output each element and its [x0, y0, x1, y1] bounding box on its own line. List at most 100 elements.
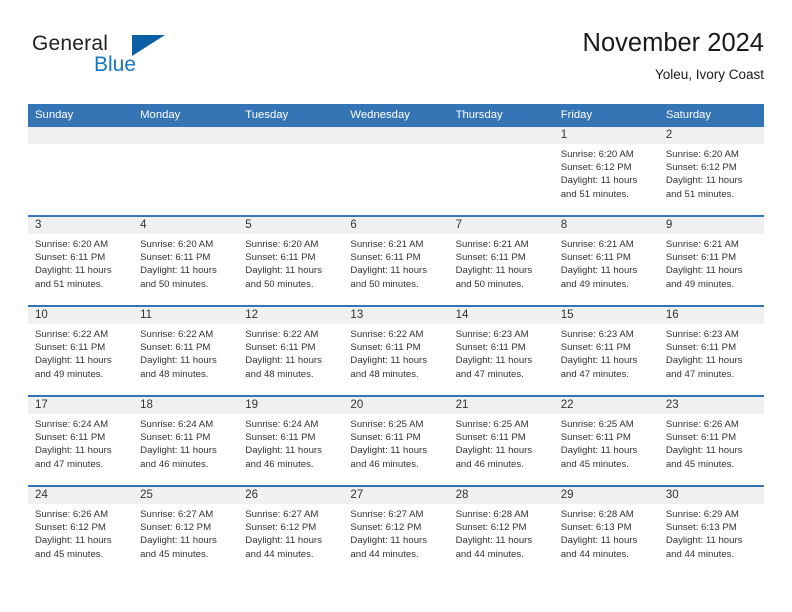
daylight-duration-line2: and 48 minutes.: [140, 368, 209, 380]
day-cell[interactable]: 24 Sunrise: 6:26 AM Sunset: 6:12 PM Dayligh…: [28, 487, 134, 575]
daylight-duration-line1: Daylight: 11 hours: [35, 445, 112, 457]
daylight-duration-line1: Daylight: 11 hours: [665, 535, 743, 547]
daylight-duration-line2: and 50 minutes.: [245, 278, 314, 290]
sunset-time: Sunset: 6:11 PM: [560, 252, 631, 264]
day-cell[interactable]: 23 Sunrise: 6:26 AM Sunset: 6:11 PM Dayligh…: [658, 397, 764, 485]
day-cell[interactable]: 29 Sunrise: 6:28 AM Sunset: 6:13 PM Dayligh…: [553, 487, 659, 575]
sunrise-time: Sunrise: 6:26 AM: [35, 509, 109, 520]
daylight-duration-line1: Daylight: 11 hours: [665, 445, 743, 457]
daylight-duration-line2: and 48 minutes.: [245, 368, 314, 380]
weekday-header-thursday: Thursday: [455, 109, 503, 121]
daylight-duration-line1: Daylight: 11 hours: [560, 265, 638, 277]
weekday-header-friday: Friday: [560, 109, 593, 121]
day-number: 13: [343, 307, 449, 324]
sunset-time: Sunset: 6:11 PM: [665, 252, 737, 264]
day-cell[interactable]: 6 Sunrise: 6:21 AM Sunset: 6:11 PM Daylight…: [343, 217, 449, 305]
daylight-duration-line1: Daylight: 11 hours: [455, 265, 533, 277]
daylight-duration-line1: Daylight: 11 hours: [245, 535, 322, 547]
day-cell[interactable]: 9 Sunrise: 6:21 AM Sunset: 6:11 PM Daylight…: [658, 217, 764, 305]
day-number: 26: [238, 487, 344, 504]
sunset-time: Sunset: 6:11 PM: [140, 252, 211, 264]
daylight-duration-line2: and 44 minutes.: [665, 548, 735, 560]
day-cell[interactable]: 3 Sunrise: 6:20 AM Sunset: 6:11 PM Daylight…: [28, 217, 134, 305]
daylight-duration-line1: Daylight: 11 hours: [245, 265, 322, 277]
day-cell[interactable]: 22 Sunrise: 6:25 AM Sunset: 6:11 PM Dayligh…: [553, 397, 659, 485]
calendar-week-row: 3 Sunrise: 6:20 AM Sunset: 6:11 PM Daylight…: [28, 215, 764, 305]
day-cell[interactable]: 7 Sunrise: 6:21 AM Sunset: 6:11 PM Daylight…: [448, 217, 554, 305]
daylight-duration-line2: and 46 minutes.: [455, 458, 524, 470]
day-number: 5: [238, 217, 344, 234]
day-details: Sunrise: 6:28 AM Sunset: 6:12 PM Daylight:…: [449, 504, 554, 561]
day-details: Sunrise: 6:20 AM Sunset: 6:11 PM Daylight:…: [133, 234, 238, 291]
day-cell-empty: [238, 127, 344, 215]
daylight-duration-line2: and 46 minutes.: [350, 458, 419, 470]
daylight-duration-line2: and 47 minutes.: [560, 368, 629, 380]
day-cell[interactable]: 26 Sunrise: 6:27 AM Sunset: 6:12 PM Dayligh…: [238, 487, 344, 575]
day-cell[interactable]: 28 Sunrise: 6:28 AM Sunset: 6:12 PM Dayligh…: [448, 487, 554, 575]
day-cell[interactable]: 15 Sunrise: 6:23 AM Sunset: 6:11 PM Dayligh…: [553, 307, 659, 395]
day-number: 2: [658, 127, 764, 144]
day-number: 15: [553, 307, 659, 324]
day-cell[interactable]: 1 Sunrise: 6:20 AM Sunset: 6:12 PM Daylight…: [553, 127, 659, 215]
sunrise-time: Sunrise: 6:22 AM: [245, 329, 319, 340]
day-cell[interactable]: 11 Sunrise: 6:22 AM Sunset: 6:11 PM Dayligh…: [133, 307, 239, 395]
day-details: Sunrise: 6:22 AM Sunset: 6:11 PM Daylight:…: [343, 324, 448, 381]
day-cell[interactable]: 2 Sunrise: 6:20 AM Sunset: 6:12 PM Daylight…: [658, 127, 764, 215]
day-details: Sunrise: 6:27 AM Sunset: 6:12 PM Daylight:…: [343, 504, 448, 561]
sunset-time: Sunset: 6:13 PM: [665, 522, 737, 534]
day-details: Sunrise: 6:22 AM Sunset: 6:11 PM Daylight:…: [238, 324, 343, 381]
day-cell[interactable]: 27 Sunrise: 6:27 AM Sunset: 6:12 PM Dayligh…: [343, 487, 449, 575]
day-number: 1: [553, 127, 659, 144]
day-number: 6: [343, 217, 449, 234]
day-cell[interactable]: 21 Sunrise: 6:25 AM Sunset: 6:11 PM Dayligh…: [448, 397, 554, 485]
day-cell[interactable]: 19 Sunrise: 6:24 AM Sunset: 6:11 PM Dayligh…: [238, 397, 344, 485]
day-cell[interactable]: 18 Sunrise: 6:24 AM Sunset: 6:11 PM Dayligh…: [133, 397, 239, 485]
sunset-time: Sunset: 6:11 PM: [560, 432, 631, 444]
sunrise-time: Sunrise: 6:27 AM: [140, 509, 214, 520]
daylight-duration-line2: and 45 minutes.: [665, 458, 735, 470]
sunrise-time: Sunrise: 6:20 AM: [245, 239, 319, 250]
sunset-time: Sunset: 6:12 PM: [245, 522, 317, 534]
day-details: Sunrise: 6:21 AM Sunset: 6:11 PM Daylight:…: [449, 234, 554, 291]
sunrise-time: Sunrise: 6:22 AM: [35, 329, 109, 340]
day-cell[interactable]: 10 Sunrise: 6:22 AM Sunset: 6:11 PM Dayligh…: [28, 307, 134, 395]
daylight-duration-line2: and 45 minutes.: [560, 458, 629, 470]
day-number: 17: [28, 397, 134, 414]
day-number: [133, 127, 239, 144]
day-number: [238, 127, 344, 144]
day-details: Sunrise: 6:25 AM Sunset: 6:11 PM Daylight:…: [554, 414, 659, 471]
sunset-time: Sunset: 6:11 PM: [35, 432, 106, 444]
day-number: 11: [133, 307, 239, 324]
day-cell[interactable]: 14 Sunrise: 6:23 AM Sunset: 6:11 PM Dayligh…: [448, 307, 554, 395]
daylight-duration-line1: Daylight: 11 hours: [455, 535, 533, 547]
day-cell[interactable]: 5 Sunrise: 6:20 AM Sunset: 6:11 PM Daylight…: [238, 217, 344, 305]
sunset-time: Sunset: 6:12 PM: [455, 522, 527, 534]
day-number: 20: [343, 397, 449, 414]
day-details: Sunrise: 6:21 AM Sunset: 6:11 PM Daylight:…: [659, 234, 764, 291]
day-cell[interactable]: 12 Sunrise: 6:22 AM Sunset: 6:11 PM Dayligh…: [238, 307, 344, 395]
day-number: [343, 127, 449, 144]
daylight-duration-line1: Daylight: 11 hours: [455, 445, 533, 457]
day-cell[interactable]: 4 Sunrise: 6:20 AM Sunset: 6:11 PM Daylight…: [133, 217, 239, 305]
sunset-time: Sunset: 6:12 PM: [350, 522, 422, 534]
day-details: Sunrise: 6:27 AM Sunset: 6:12 PM Daylight:…: [238, 504, 343, 561]
day-number: [28, 127, 134, 144]
day-cell[interactable]: 30 Sunrise: 6:29 AM Sunset: 6:13 PM Dayligh…: [658, 487, 764, 575]
day-cell[interactable]: 20 Sunrise: 6:25 AM Sunset: 6:11 PM Dayligh…: [343, 397, 449, 485]
daylight-duration-line2: and 45 minutes.: [140, 548, 209, 560]
day-number: 7: [448, 217, 554, 234]
day-cell[interactable]: 25 Sunrise: 6:27 AM Sunset: 6:12 PM Dayligh…: [133, 487, 239, 575]
sunrise-time: Sunrise: 6:21 AM: [350, 239, 424, 250]
sunset-time: Sunset: 6:13 PM: [560, 522, 632, 534]
day-cell[interactable]: 13 Sunrise: 6:22 AM Sunset: 6:11 PM Dayligh…: [343, 307, 449, 395]
sunrise-time: Sunrise: 6:22 AM: [140, 329, 214, 340]
page-title: November 2024: [582, 29, 764, 57]
day-cell[interactable]: 16 Sunrise: 6:23 AM Sunset: 6:11 PM Dayligh…: [658, 307, 764, 395]
sunrise-time: Sunrise: 6:24 AM: [245, 419, 319, 430]
sunrise-time: Sunrise: 6:21 AM: [560, 239, 634, 250]
general-blue-logo[interactable]: General Blue: [32, 32, 252, 94]
daylight-duration-line1: Daylight: 11 hours: [560, 535, 638, 547]
sunrise-time: Sunrise: 6:20 AM: [35, 239, 109, 250]
day-cell[interactable]: 17 Sunrise: 6:24 AM Sunset: 6:11 PM Dayligh…: [28, 397, 134, 485]
day-cell[interactable]: 8 Sunrise: 6:21 AM Sunset: 6:11 PM Daylight…: [553, 217, 659, 305]
